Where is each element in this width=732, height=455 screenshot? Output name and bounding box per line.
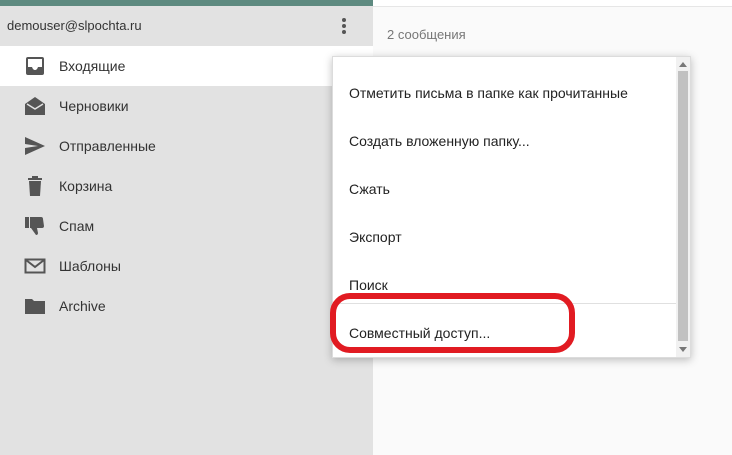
folder-label: Входящие	[59, 58, 126, 74]
menu-item-search[interactable]: Поиск	[333, 255, 677, 303]
folder-label: Черновики	[59, 98, 129, 114]
account-header: demouser@slpochta.ru	[0, 6, 373, 46]
folder-label: Спам	[59, 218, 95, 234]
message-count: 2 сообщения	[387, 27, 466, 42]
menu-item-label: Поиск	[349, 277, 388, 293]
account-email: demouser@slpochta.ru	[7, 18, 142, 33]
folder-list: Входящие Черновики Отправленные Корзина	[0, 46, 373, 326]
folder-context-menu: Отметить письма в папке как прочитанные …	[332, 56, 691, 358]
folder-item-inbox[interactable]: Входящие	[0, 46, 373, 86]
folder-item-sent[interactable]: Отправленные	[0, 126, 373, 166]
menu-item-label: Создать вложенную папку...	[349, 133, 530, 149]
folder-label: Archive	[59, 298, 106, 314]
scroll-thumb[interactable]	[678, 71, 688, 341]
menu-item-label: Совместный доступ...	[349, 325, 491, 341]
thumbs-down-icon	[25, 217, 44, 235]
menu-scrollbar[interactable]	[676, 57, 690, 357]
drafts-icon	[25, 97, 45, 115]
menu-item-mark-read[interactable]: Отметить письма в папке как прочитанные	[333, 63, 677, 111]
menu-item-export[interactable]: Экспорт	[333, 207, 677, 255]
scroll-down-arrow-icon[interactable]	[679, 347, 687, 352]
menu-item-sharing[interactable]: Совместный доступ...	[333, 303, 677, 351]
folder-item-templates[interactable]: Шаблоны	[0, 246, 373, 286]
folder-item-trash[interactable]: Корзина	[0, 166, 373, 206]
folder-item-drafts[interactable]: Черновики	[0, 86, 373, 126]
menu-item-label: Экспорт	[349, 229, 402, 245]
folder-item-spam[interactable]: Спам	[0, 206, 373, 246]
envelope-icon	[24, 258, 46, 274]
menu-item-label: Сжать	[349, 181, 390, 197]
folder-icon	[25, 299, 45, 314]
menu-item-label: Отметить письма в папке как прочитанные	[349, 85, 628, 101]
inbox-icon	[26, 57, 44, 75]
folder-sidebar: demouser@slpochta.ru Входящие Черновики …	[0, 0, 373, 455]
trash-icon	[28, 176, 42, 196]
content-toolbar	[373, 0, 732, 7]
folder-item-archive[interactable]: Archive	[0, 286, 373, 326]
folder-label: Шаблоны	[59, 258, 121, 274]
kebab-menu-icon[interactable]	[336, 15, 352, 37]
menu-item-create-subfolder[interactable]: Создать вложенную папку...	[333, 111, 677, 159]
folder-label: Корзина	[59, 178, 113, 194]
menu-item-compact[interactable]: Сжать	[333, 159, 677, 207]
send-icon	[25, 137, 45, 155]
scroll-up-arrow-icon[interactable]	[679, 62, 687, 67]
folder-label: Отправленные	[59, 138, 156, 154]
